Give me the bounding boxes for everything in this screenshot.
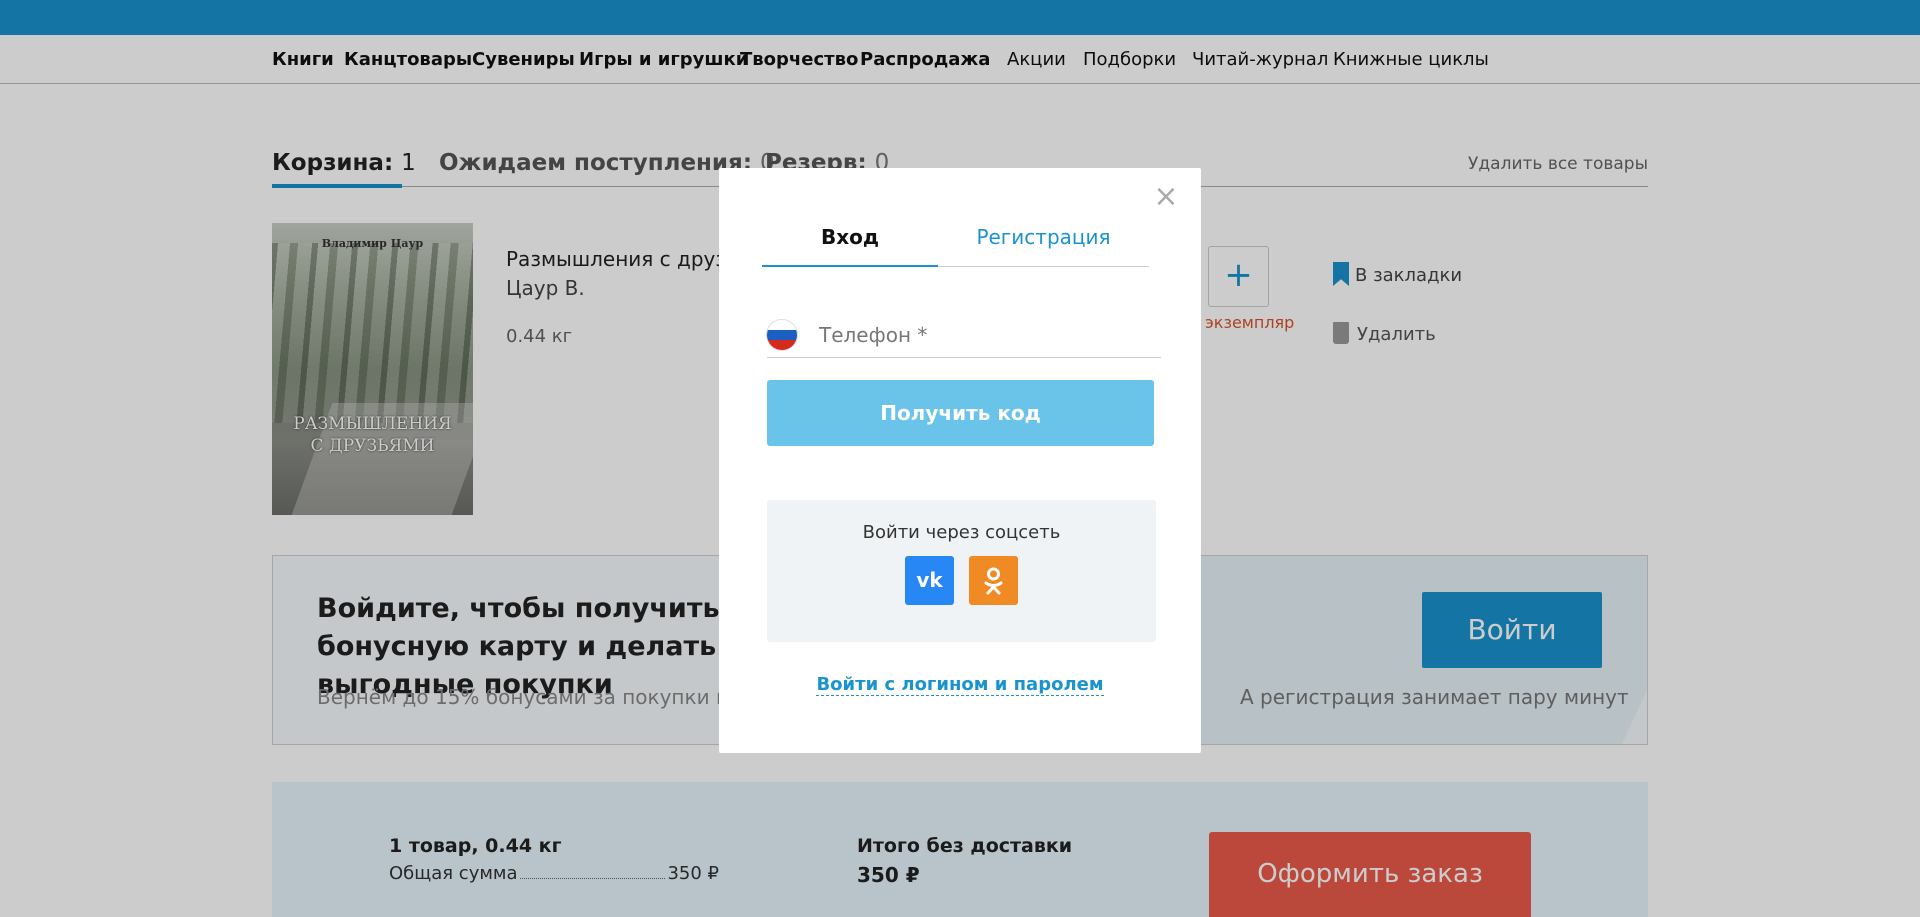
social-login-label: Войти через соцсеть <box>862 522 1061 543</box>
vk-icon[interactable]: vk <box>905 556 954 605</box>
phone-input[interactable] <box>819 318 1149 352</box>
get-code-button[interactable]: Получить код <box>767 380 1154 446</box>
login-modal-tabs: Вход Регистрация <box>762 221 1149 267</box>
login-modal: × Вход Регистрация Получить код Войти че… <box>719 168 1201 753</box>
odnoklassniki-icon[interactable] <box>969 556 1018 605</box>
login-password-link-label: Войти с логином и паролем <box>816 674 1104 696</box>
login-password-link[interactable]: Войти с логином и паролем <box>719 674 1201 696</box>
phone-field <box>767 316 1161 358</box>
russia-flag-icon[interactable] <box>767 320 797 350</box>
odnoklassniki-glyph <box>984 567 1003 595</box>
tab-login[interactable]: Вход <box>762 221 938 267</box>
close-icon[interactable]: × <box>1151 182 1181 212</box>
tab-register[interactable]: Регистрация <box>938 221 1149 267</box>
social-login-panel: Войти через соцсеть vk <box>767 500 1156 642</box>
